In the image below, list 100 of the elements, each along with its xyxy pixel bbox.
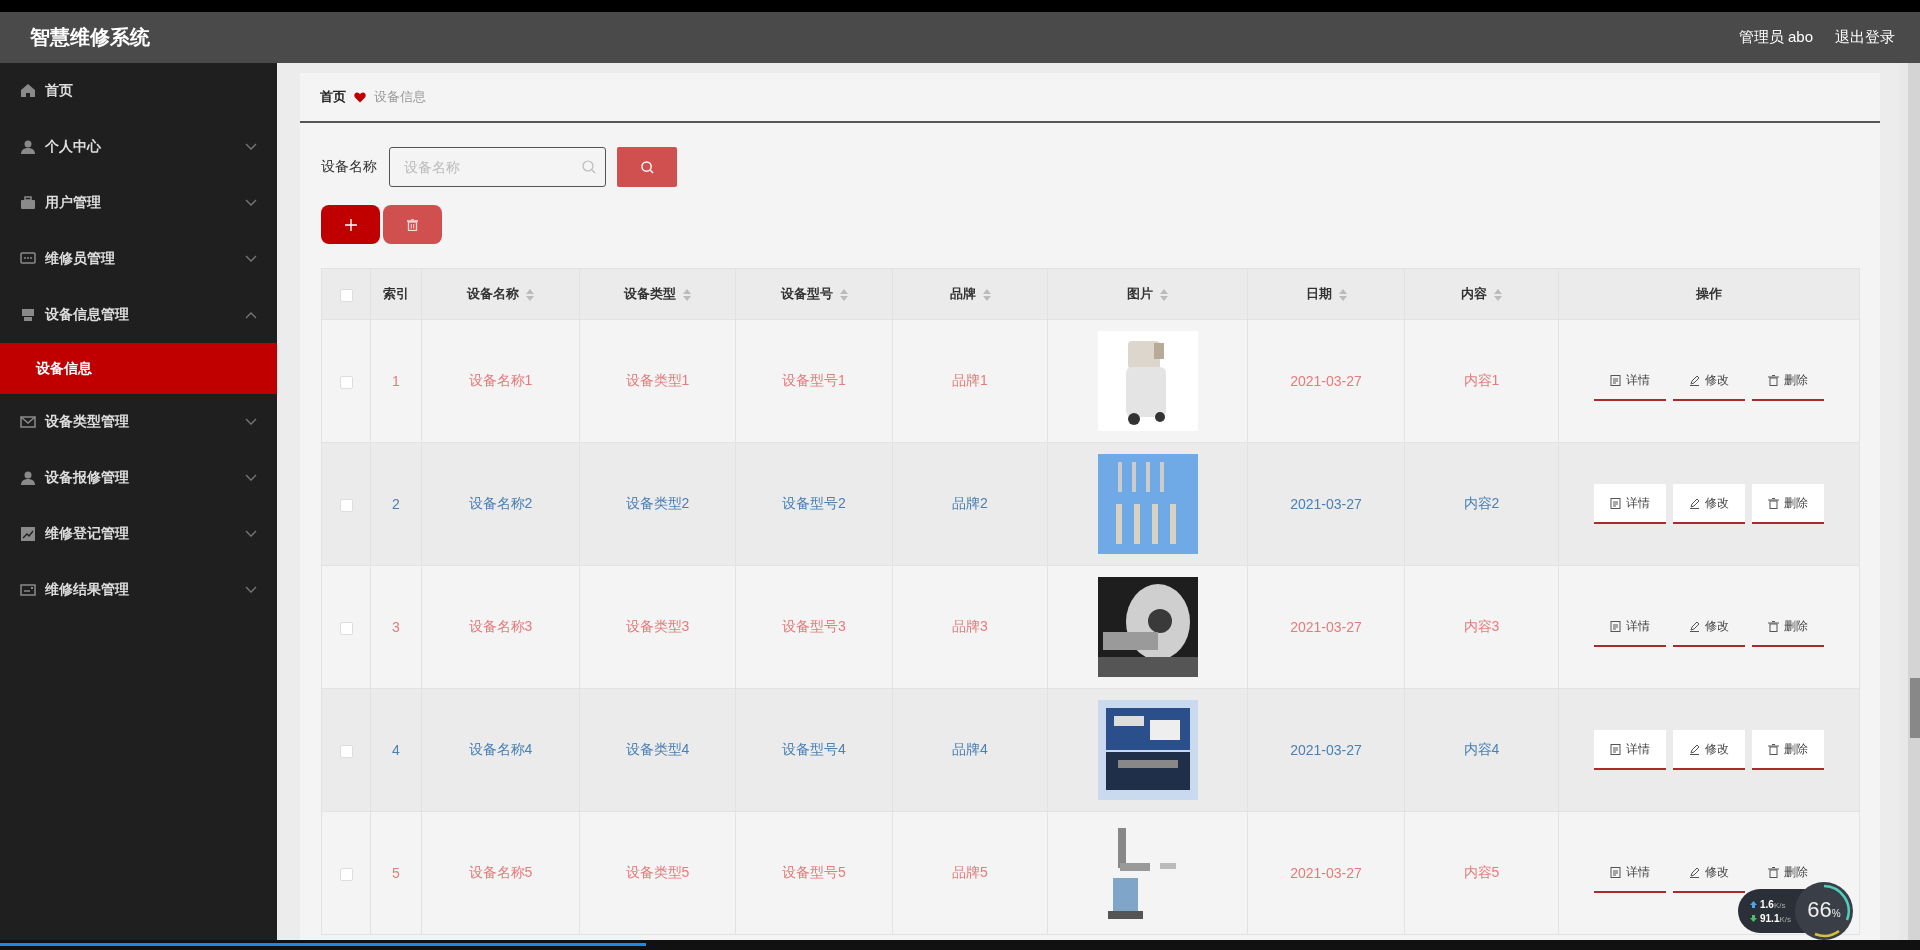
sidebar-item[interactable]: 维修员管理 <box>0 231 277 287</box>
table-cell: 设备型号2 <box>782 495 846 511</box>
table-cell: 1 <box>392 373 400 389</box>
checkbox[interactable] <box>339 744 353 758</box>
action-button[interactable]: 详情 <box>1594 730 1666 770</box>
person-icon <box>20 139 36 155</box>
up-arrow-icon <box>1750 900 1757 908</box>
sidebar-item[interactable]: 维修登记管理 <box>0 506 277 562</box>
table-cell: 内容5 <box>1463 864 1500 880</box>
checkbox[interactable] <box>339 375 353 389</box>
checkbox[interactable] <box>339 621 353 635</box>
trash-icon <box>1768 374 1779 386</box>
add-button[interactable] <box>321 205 380 244</box>
pencil-icon <box>1689 497 1700 509</box>
checkbox[interactable] <box>339 867 353 881</box>
action-button[interactable]: 详情 <box>1594 484 1666 524</box>
table-cell: 3 <box>392 619 400 635</box>
document-icon <box>1610 497 1621 509</box>
monitor-icon <box>20 307 36 323</box>
search-button[interactable] <box>617 147 677 187</box>
heart-icon <box>354 91 366 103</box>
table-cell: 设备型号1 <box>782 372 846 388</box>
pencil-icon <box>1689 743 1700 755</box>
sidebar-item[interactable]: 设备类型管理 <box>0 394 277 450</box>
checkbox[interactable] <box>339 288 353 302</box>
scrollbar[interactable] <box>1899 63 1920 940</box>
action-button[interactable]: 修改 <box>1673 484 1745 524</box>
table-cell: 内容1 <box>1463 372 1500 388</box>
table-cell: 设备类型2 <box>625 495 690 511</box>
breadcrumb-link[interactable]: 首页 <box>320 88 346 106</box>
usage-gauge: 66% <box>1795 882 1854 940</box>
table-cell: 设备型号4 <box>782 741 846 757</box>
table-cell: 5 <box>392 865 400 881</box>
table-cell: 设备类型3 <box>625 618 690 634</box>
column-header[interactable]: 设备名称 <box>467 286 519 301</box>
column-header[interactable]: 设备型号 <box>780 286 833 301</box>
table-cell: 品牌2 <box>952 495 988 511</box>
search-icon <box>582 160 596 174</box>
table-cell: 设备名称1 <box>468 372 533 388</box>
sort-icon[interactable] <box>1494 288 1502 301</box>
trash-icon <box>1768 743 1779 755</box>
column-header: 操作 <box>1696 286 1722 301</box>
column-header[interactable]: 内容 <box>1461 286 1487 301</box>
down-arrow-icon <box>1750 914 1757 922</box>
table-cell: 2021-03-27 <box>1290 619 1362 635</box>
table-cell: 设备名称5 <box>468 864 533 880</box>
table-cell: 品牌5 <box>952 864 988 880</box>
table-cell: 设备型号5 <box>782 864 846 880</box>
table-cell: 2 <box>392 496 400 512</box>
sort-icon[interactable] <box>1160 288 1168 301</box>
trash-icon <box>407 218 418 231</box>
action-button[interactable]: 删除 <box>1752 730 1824 770</box>
sort-icon[interactable] <box>683 288 691 301</box>
logout-link[interactable]: 退出登录 <box>1835 28 1895 47</box>
action-button[interactable]: 删除 <box>1752 484 1824 524</box>
pencil-icon <box>1689 374 1700 386</box>
pencil-icon <box>1689 866 1700 878</box>
progress-bar[interactable] <box>0 943 647 946</box>
checkbox[interactable] <box>339 498 353 512</box>
column-header[interactable]: 日期 <box>1305 286 1332 301</box>
sort-icon[interactable] <box>1338 288 1347 301</box>
card-icon <box>20 582 36 598</box>
table-cell: 内容2 <box>1463 495 1500 511</box>
pencil-icon <box>1689 620 1700 632</box>
table-cell: 设备类型1 <box>625 372 690 388</box>
sidebar-subitem[interactable]: 设备信息 <box>0 343 277 394</box>
table-cell: 2021-03-27 <box>1290 496 1362 512</box>
sidebar-item[interactable]: 个人中心 <box>0 119 277 175</box>
action-button[interactable]: 修改 <box>1673 730 1745 770</box>
trash-icon <box>1768 497 1779 509</box>
sort-icon[interactable] <box>982 288 991 301</box>
chat-icon <box>20 251 36 267</box>
upload-speed: 1.6K/s <box>1760 898 1786 910</box>
sidebar-item[interactable]: 设备信息管理 <box>0 287 277 343</box>
search-field[interactable]: 设备名称 <box>389 147 606 187</box>
user-name: 管理员 abo <box>1738 28 1813 47</box>
sort-icon[interactable] <box>526 288 534 301</box>
trash-icon <box>1768 620 1779 632</box>
column-header[interactable]: 设备类型 <box>624 286 676 301</box>
search-label: 设备名称 <box>321 158 377 176</box>
document-icon <box>1610 620 1621 632</box>
delete-button[interactable] <box>383 205 442 244</box>
document-icon <box>1610 743 1621 755</box>
table-cell: 设备型号3 <box>782 618 846 634</box>
sidebar-item[interactable]: 首页 <box>0 63 277 119</box>
table-cell: 品牌4 <box>952 741 988 757</box>
column-header[interactable]: 图片 <box>1127 286 1153 301</box>
breadcrumb-current: 设备信息 <box>374 88 426 106</box>
column-header[interactable]: 品牌 <box>949 286 976 301</box>
table-cell: 2021-03-27 <box>1290 742 1362 758</box>
table-cell: 设备名称3 <box>468 618 533 634</box>
table-cell: 品牌3 <box>952 618 988 634</box>
sidebar-item[interactable]: 维修结果管理 <box>0 562 277 618</box>
sidebar-item[interactable]: 用户管理 <box>0 175 277 231</box>
sidebar-item[interactable]: 设备报修管理 <box>0 450 277 506</box>
home-icon <box>20 83 36 99</box>
table-cell: 4 <box>392 742 400 758</box>
sort-icon[interactable] <box>839 288 848 301</box>
chart-icon <box>20 526 36 542</box>
envelope-icon <box>20 414 36 430</box>
